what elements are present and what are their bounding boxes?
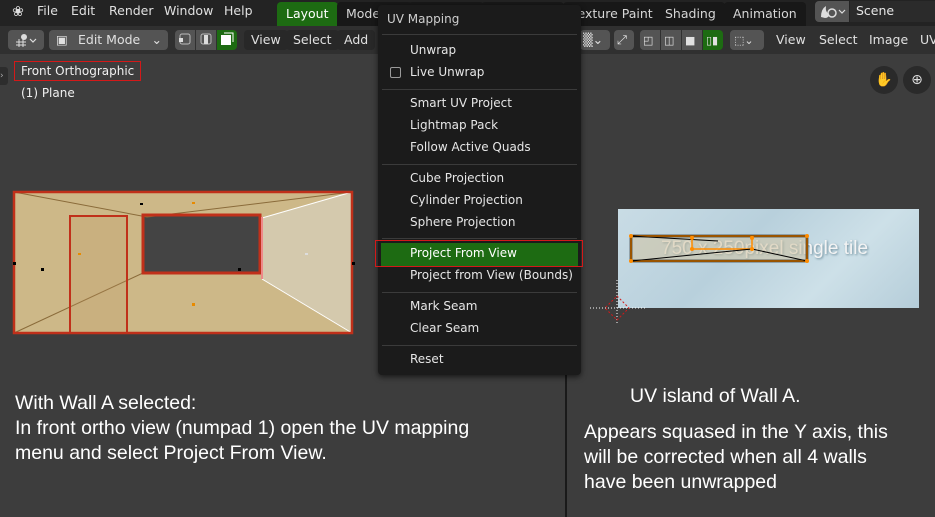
sticky-select-icon: ⬚⌄ — [734, 34, 754, 47]
uv-editor-type-button[interactable]: ▒⌄ — [580, 30, 610, 50]
editor-type-button[interactable] — [8, 30, 44, 50]
menu-item-project-from-view-bounds[interactable]: Project from View (Bounds) — [410, 268, 573, 282]
uv-edge-icon: ◫ — [664, 34, 675, 47]
annotation-highlight-box — [375, 240, 583, 267]
menu-item-clear-seam[interactable]: Clear Seam — [410, 321, 479, 335]
uv-menu-uv[interactable]: UV — [913, 30, 935, 50]
menu-item-lightmap-pack[interactable]: Lightmap Pack — [410, 118, 498, 132]
caption-right-line1: Appears squased in the Y axis, this — [584, 421, 888, 443]
uv-menu-select[interactable]: Select — [812, 30, 865, 50]
2d-cursor-icon[interactable] — [590, 280, 650, 325]
menu-item-live-unwrap[interactable]: Live Unwrap — [410, 65, 484, 79]
sync-selection-button[interactable]: ⤢ — [614, 30, 634, 50]
menu-separator — [382, 164, 577, 165]
caption-right-line2: will be corrected when all 4 walls — [584, 446, 867, 468]
menu-help[interactable]: Help — [224, 3, 253, 18]
editor-type-icon — [16, 34, 37, 47]
viewport-menu-select[interactable]: Select — [286, 30, 339, 50]
edge-select-icon — [200, 33, 212, 45]
menu-separator — [382, 292, 577, 293]
uv-island-icon: ▯▮ — [706, 34, 719, 47]
vertex-select-icon — [179, 33, 191, 45]
menu-file[interactable]: File — [37, 3, 58, 18]
caption-left-line2: In front ortho view (numpad 1) open the … — [15, 417, 470, 439]
caption-right-title: UV island of Wall A. — [630, 385, 801, 407]
uv-mapping-menu: UV Mapping Unwrap Live Unwrap Smart UV P… — [378, 5, 581, 375]
tab-layout[interactable]: Layout — [277, 2, 338, 26]
menu-edit[interactable]: Edit — [71, 3, 95, 18]
menu-separator — [382, 345, 577, 346]
zoom-magnifier-icon[interactable]: ⊕ — [903, 66, 931, 94]
uv-editor-header: ▒⌄ ⤢ ◰ ◫ ■ ▯▮ ⬚⌄ View Select Image UV — [567, 26, 935, 54]
mesh-wall-a[interactable] — [12, 190, 357, 338]
uv-face-icon: ■ — [685, 34, 696, 47]
view-name-label: Front Orthographic — [14, 61, 142, 81]
menu-item-unwrap[interactable]: Unwrap — [410, 43, 456, 57]
caption-left-line1: With Wall A selected: — [15, 392, 197, 414]
menu-item-smart-uv-project[interactable]: Smart UV Project — [410, 96, 512, 110]
blender-logo-icon[interactable]: ❀ — [9, 3, 27, 21]
menu-window[interactable]: Window — [164, 3, 213, 18]
uv-vertex-select-button[interactable]: ◰ — [640, 30, 660, 50]
uv-face-select-button[interactable]: ■ — [682, 30, 702, 50]
mode-label: Edit Mode — [77, 32, 141, 47]
uv-vertex-icon: ◰ — [643, 34, 654, 47]
menu-separator — [382, 238, 577, 239]
face-select-button[interactable] — [217, 30, 237, 50]
tab-animation[interactable]: Animation — [724, 2, 806, 26]
uv-edge-select-button[interactable]: ◫ — [661, 30, 681, 50]
mode-selector[interactable]: ▣ Edit Mode ⌄ — [49, 30, 168, 50]
checker-icon: ▒⌄ — [583, 32, 604, 47]
face-select-icon — [221, 32, 234, 45]
menu-render[interactable]: Render — [109, 3, 154, 18]
scene-name-field[interactable]: Scene — [850, 1, 935, 22]
caption-left-line3: menu and select Project From View. — [15, 442, 327, 464]
menu-item-mark-seam[interactable]: Mark Seam — [410, 299, 477, 313]
viewport-menu-view[interactable]: View — [244, 30, 288, 50]
chevron-down-icon: ⌄ — [151, 32, 162, 47]
uv-island-wall-a[interactable] — [628, 234, 810, 264]
uv-menu-view[interactable]: View — [769, 30, 813, 50]
menu-item-cube-projection[interactable]: Cube Projection — [410, 171, 504, 185]
tab-shading[interactable]: Shading — [656, 2, 725, 26]
uv-menu-image[interactable]: Image — [862, 30, 915, 50]
pan-hand-icon[interactable]: ✋ — [870, 66, 898, 94]
menu-title: UV Mapping — [387, 12, 460, 26]
menu-item-follow-active-quads[interactable]: Follow Active Quads — [410, 140, 531, 154]
caption-right-line3: have been unwrapped — [584, 471, 777, 493]
viewport-menu-add[interactable]: Add — [337, 30, 376, 50]
sidebar-toggle-icon[interactable]: › — [0, 67, 8, 85]
uv-island-select-button[interactable]: ▯▮ — [703, 30, 723, 50]
menu-item-reset[interactable]: Reset — [410, 352, 444, 366]
edge-select-button[interactable] — [196, 30, 216, 50]
menu-separator — [382, 89, 577, 90]
edit-mode-icon: ▣ — [56, 32, 68, 47]
sync-arrows-icon: ⤢ — [617, 32, 628, 47]
menu-item-cylinder-projection[interactable]: Cylinder Projection — [410, 193, 523, 207]
scene-selector-icon[interactable] — [815, 1, 849, 22]
live-unwrap-checkbox[interactable] — [390, 67, 401, 78]
menu-item-sphere-projection[interactable]: Sphere Projection — [410, 215, 515, 229]
sticky-selection-button[interactable]: ⬚⌄ — [730, 30, 764, 50]
vertex-select-button[interactable] — [175, 30, 195, 50]
menu-separator — [382, 34, 577, 35]
object-name-label: (1) Plane — [21, 86, 75, 100]
